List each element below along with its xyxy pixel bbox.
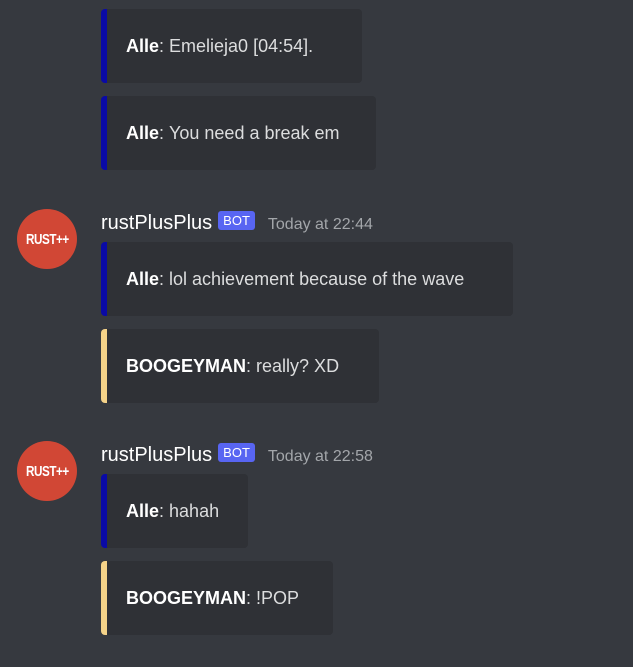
timestamp[interactable]: Today at 22:44 xyxy=(268,216,373,234)
embed-message: Alle: lol achievement because of the wav… xyxy=(101,242,513,316)
embed-separator: : xyxy=(159,268,170,289)
bot-tag: BOT xyxy=(218,442,255,462)
embed-message: Alle: You need a break em xyxy=(101,96,376,170)
embed-author: Alle xyxy=(126,268,160,289)
avatar-logo-text: RUST++ xyxy=(25,462,69,480)
message-header: rustPlusPlus BOT Today at 22:58 xyxy=(101,441,373,469)
embed-separator: : xyxy=(246,355,257,376)
embed-author: Alle xyxy=(126,500,160,521)
message-header: rustPlusPlus BOT Today at 22:44 xyxy=(101,209,373,237)
embed-separator: : xyxy=(159,122,170,143)
embed-text: lol achievement because of the wave xyxy=(169,268,465,289)
avatar-logo-text: RUST++ xyxy=(25,230,69,248)
timestamp[interactable]: Today at 22:58 xyxy=(268,448,373,466)
username[interactable]: rustPlusPlus xyxy=(101,444,212,467)
embed-author: BOOGEYMAN xyxy=(126,587,247,608)
embed-message: BOOGEYMAN: !POP xyxy=(101,561,333,635)
embed-text: You need a break em xyxy=(169,122,340,143)
embed-message: BOOGEYMAN: really? XD xyxy=(101,329,379,403)
embed-separator: : xyxy=(246,587,257,608)
bot-tag: BOT xyxy=(218,210,255,230)
embed-separator: : xyxy=(159,35,170,56)
embed-text: hahah xyxy=(169,500,220,521)
embed-text: Emelieja0 [04:54]. xyxy=(169,35,314,56)
embed-message: Alle: Emelieja0 [04:54]. xyxy=(101,9,362,83)
avatar[interactable]: RUST++ xyxy=(17,209,77,269)
embed-author: Alle xyxy=(126,122,160,143)
embed-separator: : xyxy=(159,500,170,521)
embed-text: really? XD xyxy=(256,355,340,376)
embed-author: BOOGEYMAN xyxy=(126,355,247,376)
username[interactable]: rustPlusPlus xyxy=(101,212,212,235)
embed-author: Alle xyxy=(126,35,160,56)
avatar[interactable]: RUST++ xyxy=(17,441,77,501)
embed-message: Alle: hahah xyxy=(101,474,248,548)
embed-text: !POP xyxy=(256,587,300,608)
